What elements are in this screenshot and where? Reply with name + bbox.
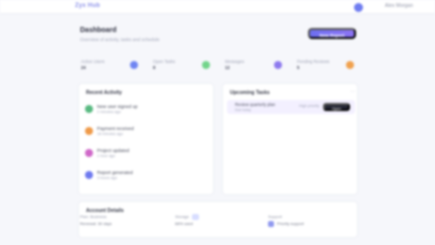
stat-value: 12 bbox=[225, 65, 230, 70]
activity-title: Payment received bbox=[97, 126, 134, 131]
card-title: Upcoming Tasks bbox=[230, 90, 270, 96]
user-name[interactable]: Alex Morgan bbox=[385, 3, 413, 9]
stat-label: Open Tasks bbox=[153, 59, 176, 64]
task-due: Due today bbox=[235, 108, 251, 112]
task-row[interactable]: Review quarterly plan Due today High pri… bbox=[227, 100, 355, 114]
task-title: Review quarterly plan bbox=[235, 102, 276, 107]
project-icon bbox=[85, 149, 93, 157]
account-details-grid: Plan: Business Renewal: 30 days Storage … bbox=[80, 212, 356, 232]
storage-usage: 68% used bbox=[175, 221, 193, 226]
stats-row: Active Users 24 Open Tasks 8 Messages 12… bbox=[78, 55, 358, 77]
activity-time: 18 minutes ago bbox=[97, 132, 123, 136]
user-icon bbox=[85, 105, 93, 113]
activity-time: 2 minutes ago bbox=[97, 110, 121, 114]
check-icon bbox=[202, 61, 210, 69]
user-avatar[interactable] bbox=[354, 3, 363, 12]
activity-item[interactable]: New user signed up 2 minutes ago bbox=[85, 101, 205, 117]
stat-open-tasks: Open Tasks 8 bbox=[150, 55, 218, 77]
storage-label-text: Storage bbox=[175, 214, 190, 220]
recent-activity-card: Recent Activity New user signed up 2 min… bbox=[78, 83, 214, 195]
storage-details: Storage 68% used bbox=[175, 212, 265, 232]
support-label: Support bbox=[268, 214, 283, 219]
stat-pending-reviews: Pending Reviews 5 bbox=[294, 55, 362, 77]
activity-item[interactable]: Project updated 1 hour ago bbox=[85, 145, 205, 161]
activity-time: 1 hour ago bbox=[97, 154, 116, 158]
storage-icon bbox=[192, 214, 200, 220]
users-icon bbox=[130, 61, 138, 69]
support-details: Support Priority support bbox=[268, 212, 358, 232]
stat-label: Messages bbox=[225, 59, 245, 64]
renewal-info: Renewal: 30 days bbox=[80, 221, 112, 226]
activity-title: Project updated bbox=[97, 148, 130, 153]
clock-icon bbox=[346, 61, 354, 69]
support-level: Priority support bbox=[277, 221, 304, 226]
storage-label: Storage bbox=[175, 214, 200, 220]
stat-label: Active Users bbox=[81, 59, 105, 64]
more-menu-icon[interactable]: ⋯ bbox=[350, 89, 355, 95]
open-task-button[interactable]: Open bbox=[323, 103, 350, 111]
app-logo[interactable]: Zyx Hub bbox=[75, 3, 100, 9]
activity-item[interactable]: Report generated 3 hours ago bbox=[85, 167, 205, 183]
activity-item[interactable]: Payment received 18 minutes ago bbox=[85, 123, 205, 139]
task-priority: High priority bbox=[299, 104, 320, 108]
payment-icon bbox=[85, 127, 93, 135]
activity-time: 3 hours ago bbox=[97, 176, 118, 180]
new-report-button[interactable]: New Report bbox=[308, 28, 356, 39]
stat-label: Pending Reviews bbox=[297, 59, 330, 64]
stat-messages: Messages 12 bbox=[222, 55, 290, 77]
report-icon bbox=[85, 171, 93, 179]
stat-active-users: Active Users 24 bbox=[78, 55, 146, 77]
page-title: Dashboard bbox=[80, 27, 117, 34]
stat-value: 5 bbox=[297, 65, 300, 70]
support-icon bbox=[268, 221, 274, 227]
card-title: Recent Activity bbox=[86, 90, 122, 96]
stat-value: 24 bbox=[81, 65, 86, 70]
upcoming-tasks-card: Upcoming Tasks ⋯ Review quarterly plan D… bbox=[222, 83, 358, 195]
plan-details: Plan: Business Renewal: 30 days bbox=[80, 212, 170, 232]
message-icon bbox=[274, 61, 282, 69]
page-subtitle: Overview of activity, tasks and schedule bbox=[80, 37, 160, 42]
activity-title: Report generated bbox=[97, 170, 133, 175]
plan-name: Plan: Business bbox=[80, 214, 107, 219]
activity-title: New user signed up bbox=[97, 104, 138, 109]
stat-value: 8 bbox=[153, 65, 156, 70]
top-bar: Zyx Hub Alex Morgan bbox=[0, 0, 435, 14]
